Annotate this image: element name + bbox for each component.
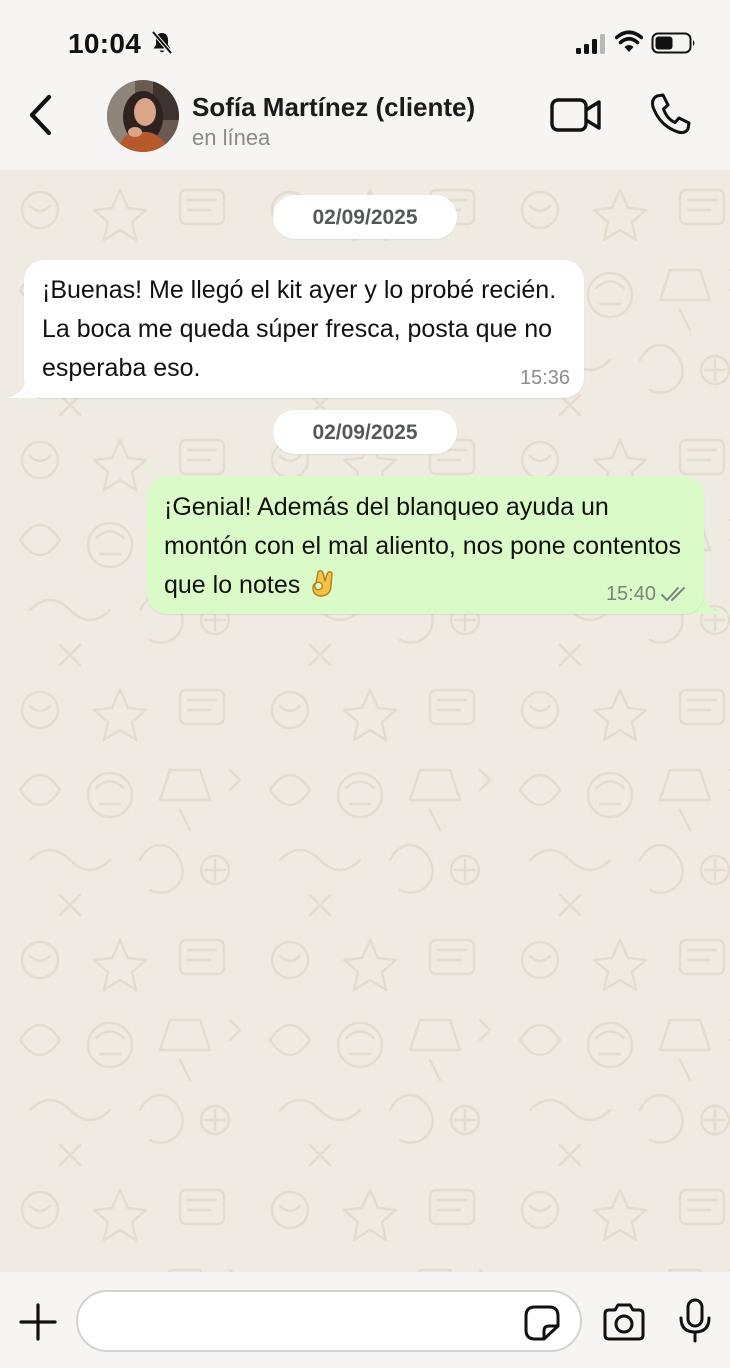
bell-slash-icon	[151, 30, 173, 55]
video-call-icon[interactable]	[549, 96, 603, 134]
avatar[interactable]	[107, 80, 179, 152]
date-separator: 02/09/2025	[273, 195, 457, 239]
battery-icon	[651, 32, 695, 54]
message-input[interactable]	[76, 1290, 582, 1352]
status-bar: 10:04	[0, 0, 730, 80]
chat-header: Sofía Martínez (cliente) en línea	[0, 80, 730, 170]
sticker-icon[interactable]	[522, 1304, 562, 1342]
avatar-image	[107, 80, 179, 152]
composer-bar	[0, 1272, 730, 1368]
double-check-icon	[661, 587, 685, 601]
chat-area[interactable]: 02/09/2025 ¡Buenas! Me llegó el kit ayer…	[0, 170, 730, 1272]
contact-name[interactable]: Sofía Martínez (cliente)	[192, 92, 475, 123]
ok-hand-emoji	[312, 570, 333, 597]
chevron-left-icon[interactable]	[24, 94, 60, 136]
cellular-signal-icon	[576, 34, 605, 54]
status-time: 10:04	[68, 28, 142, 59]
incoming-message[interactable]: ¡Buenas! Me llegó el kit ayer y lo probé…	[24, 260, 584, 398]
message-text: ¡Genial! Además del blanqueo ayuda un mo…	[164, 493, 682, 599]
camera-icon[interactable]	[601, 1302, 647, 1342]
message-text: ¡Buenas! Me llegó el kit ayer y lo probé…	[42, 276, 557, 382]
message-time: 15:36	[519, 367, 570, 389]
message-time: 15:40	[605, 583, 656, 605]
microphone-icon[interactable]	[676, 1298, 714, 1344]
contact-status: en línea	[192, 125, 271, 150]
wifi-icon	[615, 30, 643, 52]
date-separator: 02/09/2025	[273, 410, 457, 454]
outgoing-message[interactable]: ¡Genial! Además del blanqueo ayuda un mo…	[147, 476, 704, 614]
phone-icon[interactable]	[648, 92, 692, 136]
plus-icon[interactable]	[18, 1302, 58, 1342]
